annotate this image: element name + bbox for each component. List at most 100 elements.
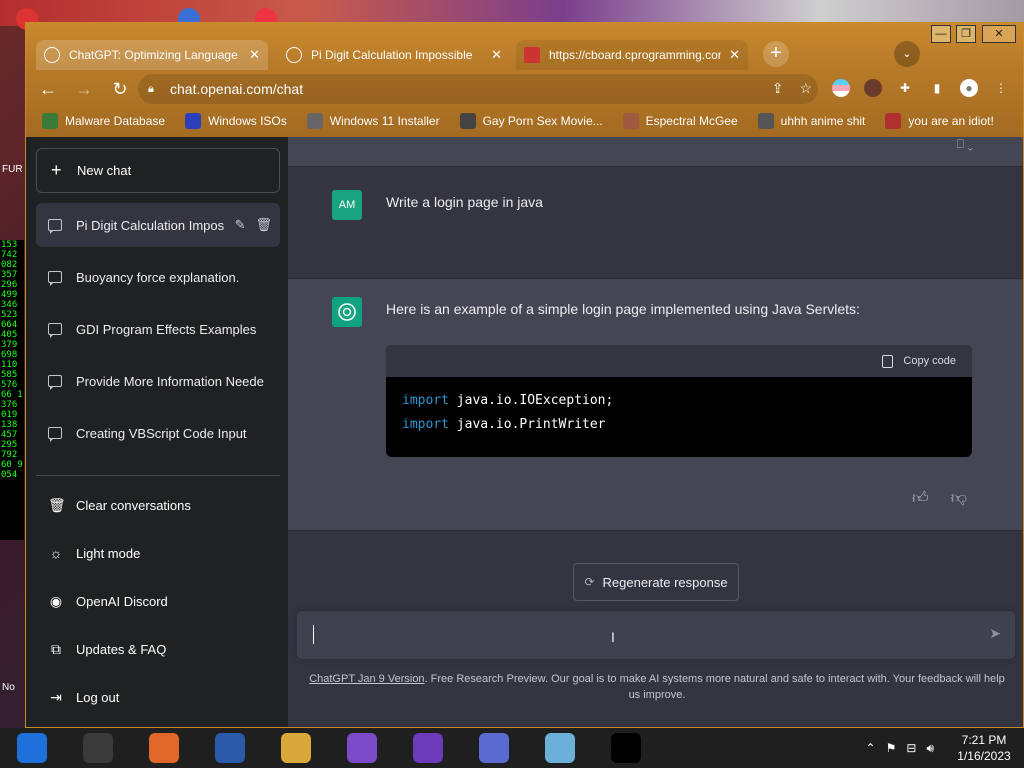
message-input[interactable]: I ➤ — [297, 611, 1015, 659]
conversation-item[interactable]: Buoyancy force explanation. — [36, 255, 280, 299]
bookmark-item[interactable]: Gay Porn Sex Movie... — [459, 113, 603, 129]
new-chat-label: New chat — [77, 163, 132, 178]
number-strip-line: 153 — [1, 240, 18, 250]
taskbar-notepad[interactable] — [538, 728, 582, 768]
forward-arrow-icon[interactable]: → — [70, 75, 98, 103]
sidebar-link[interactable]: 🗑︎ Clear conversations — [36, 483, 280, 527]
new-chat-button[interactable]: + New chat — [36, 148, 280, 193]
bookmark-item[interactable]: you are an idiot! — [885, 113, 994, 129]
flag-icon[interactable]: ⚑ — [886, 741, 897, 755]
conversation-item[interactable]: Provide More Information Neede — [36, 359, 280, 403]
bookmark-icon — [459, 113, 476, 129]
taskbar-chrome-canary[interactable] — [10, 728, 54, 768]
bookmark-label: Espectral McGee — [645, 114, 738, 128]
browser-chrome: — ❐ ✕ ChatGPT: Optimizing Language M ✕ P… — [26, 23, 1023, 137]
number-strip-line: 698 — [1, 350, 18, 360]
taskbar-firefox[interactable] — [142, 728, 186, 768]
regenerate-label: Regenerate response — [602, 574, 728, 590]
tab-pi-digit[interactable]: Pi Digit Calculation Impossible ✕ — [278, 40, 510, 70]
address-actions: ⇪ ☆ — [772, 80, 812, 97]
thumbs-up-icon[interactable]: 👍︎ — [912, 489, 929, 508]
clipboard-icon[interactable] — [882, 354, 894, 368]
address-bar[interactable]: 🔒︎ chat.openai.com/chat ⇪ ☆ — [138, 74, 818, 104]
code-keyword: import — [402, 393, 449, 408]
number-strip-line: 60 9 — [1, 460, 23, 470]
number-strip-line: 585 — [1, 370, 18, 380]
bookmark-item[interactable]: Espectral McGee — [622, 113, 738, 129]
plus-icon: + — [51, 160, 62, 180]
code-text: java.io.IOException; — [448, 393, 614, 408]
sidebar-link[interactable]: ⇥ Log out — [36, 675, 280, 719]
share-icon[interactable]: ⇪ — [772, 80, 784, 97]
tab-search-button[interactable]: ⌄ — [894, 41, 920, 67]
conversation-title: Buoyancy force explanation. — [76, 269, 240, 285]
volume-icon[interactable]: 🔊︎ — [926, 741, 934, 756]
user-message-text: Write a login page in java — [386, 194, 543, 210]
close-window-button[interactable]: ✕ — [982, 25, 1016, 43]
conversation-title: Pi Digit Calculation Impos — [76, 217, 225, 233]
profile-avatar-icon[interactable]: ● — [960, 79, 978, 97]
trash-icon[interactable]: 🗑︎ — [255, 217, 272, 233]
number-strip-line: 523 — [1, 310, 18, 320]
chatgpt-avatar-icon — [332, 297, 362, 327]
number-strip-line: 664 — [1, 320, 18, 330]
bookmark-star-icon[interactable]: ☆ — [799, 80, 812, 97]
sidebar-link[interactable]: ☼ Light mode — [36, 531, 280, 575]
version-link[interactable]: ChatGPT Jan 9 Version — [309, 673, 424, 685]
anime-icon — [757, 113, 774, 129]
flag-icon — [885, 113, 902, 129]
taskbar-chrome[interactable] — [76, 728, 120, 768]
tab-close-icon[interactable]: ✕ — [491, 47, 502, 63]
send-icon[interactable]: ➤ — [989, 625, 1001, 642]
taskbar-obama[interactable] — [208, 728, 252, 768]
bookmark-item[interactable]: Windows 11 Installer — [306, 113, 440, 129]
flag-extension-icon[interactable] — [832, 79, 850, 97]
copy-code-button[interactable]: Copy code — [903, 355, 956, 367]
number-strip-line: 138 — [1, 420, 18, 430]
taskbar-file-explorer[interactable] — [274, 728, 318, 768]
taskbar-people[interactable] — [472, 728, 516, 768]
sidebar-link-label: Light mode — [76, 545, 141, 561]
taskbar-visual-studio-installer[interactable] — [340, 728, 384, 768]
reload-icon[interactable]: ↻ — [106, 75, 134, 103]
tab-chatgpt-optimizing[interactable]: ChatGPT: Optimizing Language M ✕ — [36, 40, 268, 70]
bookmark-item[interactable]: Windows ISOs — [185, 113, 287, 129]
sidebar-link[interactable]: ⧉ Updates & FAQ — [36, 627, 280, 671]
tab-close-icon[interactable]: ✕ — [729, 47, 740, 63]
chat-bubble-icon — [48, 427, 62, 442]
bookmark-item[interactable]: uhhh anime shit — [757, 113, 865, 129]
lock-icon: 🔒︎ — [148, 82, 154, 95]
people-icon — [479, 733, 509, 763]
extension-area: ✚ ▮ ● ⋮ — [832, 79, 1010, 97]
chatgpt-app: + New chat Pi Digit Calculation Impos ✎ 🗑︎… — [26, 137, 1023, 727]
puzzle-extensions-icon[interactable]: ✚ — [896, 79, 914, 97]
taskbar-visual-studio[interactable] — [406, 728, 450, 768]
bookmark-item[interactable]: Malware Database — [42, 113, 165, 129]
sidebar-link-label: Updates & FAQ — [76, 641, 167, 657]
browser-menu-icon[interactable]: ⋮ — [992, 79, 1010, 97]
sidebar-link[interactable]: ◉ OpenAI Discord — [36, 579, 280, 623]
network-icon[interactable]: ⊟ — [906, 741, 916, 755]
number-strip-line: 457 — [1, 430, 18, 440]
clock-time: 7:21 PM — [961, 733, 1007, 747]
tab-cboard[interactable]: https://cboard.cprogramming.com ✕ — [516, 40, 748, 70]
conversation-title: Provide More Information Neede — [76, 373, 264, 389]
sidebar-divider — [36, 475, 280, 476]
taskbar-command-prompt[interactable] — [604, 728, 648, 768]
profile-extension-icon[interactable] — [864, 79, 882, 97]
conversation-item[interactable]: GDI Program Effects Examples — [36, 307, 280, 351]
back-arrow-icon[interactable]: ← — [34, 75, 62, 103]
refresh-icon: ⟳ — [584, 575, 595, 589]
minimize-button[interactable]: — — [931, 25, 951, 43]
maximize-button[interactable]: ❐ — [956, 25, 976, 43]
chevron-up-icon[interactable]: ⌃ — [866, 741, 876, 755]
conversation-item[interactable]: Creating VBScript Code Input — [36, 411, 280, 455]
thumbs-down-icon[interactable]: 👎︎ — [951, 489, 967, 508]
new-tab-button[interactable]: + — [763, 41, 789, 67]
tab-close-icon[interactable]: ✕ — [249, 47, 260, 63]
side-panel-icon[interactable]: ▮ — [928, 79, 946, 97]
edit-pencil-icon[interactable]: ✎ — [235, 217, 246, 233]
regenerate-response-button[interactable]: ⟳ Regenerate response — [573, 563, 739, 601]
conversation-item[interactable]: Pi Digit Calculation Impos ✎ 🗑︎ — [36, 203, 280, 247]
clock[interactable]: 7:21 PM 1/16/2023 — [944, 732, 1024, 764]
